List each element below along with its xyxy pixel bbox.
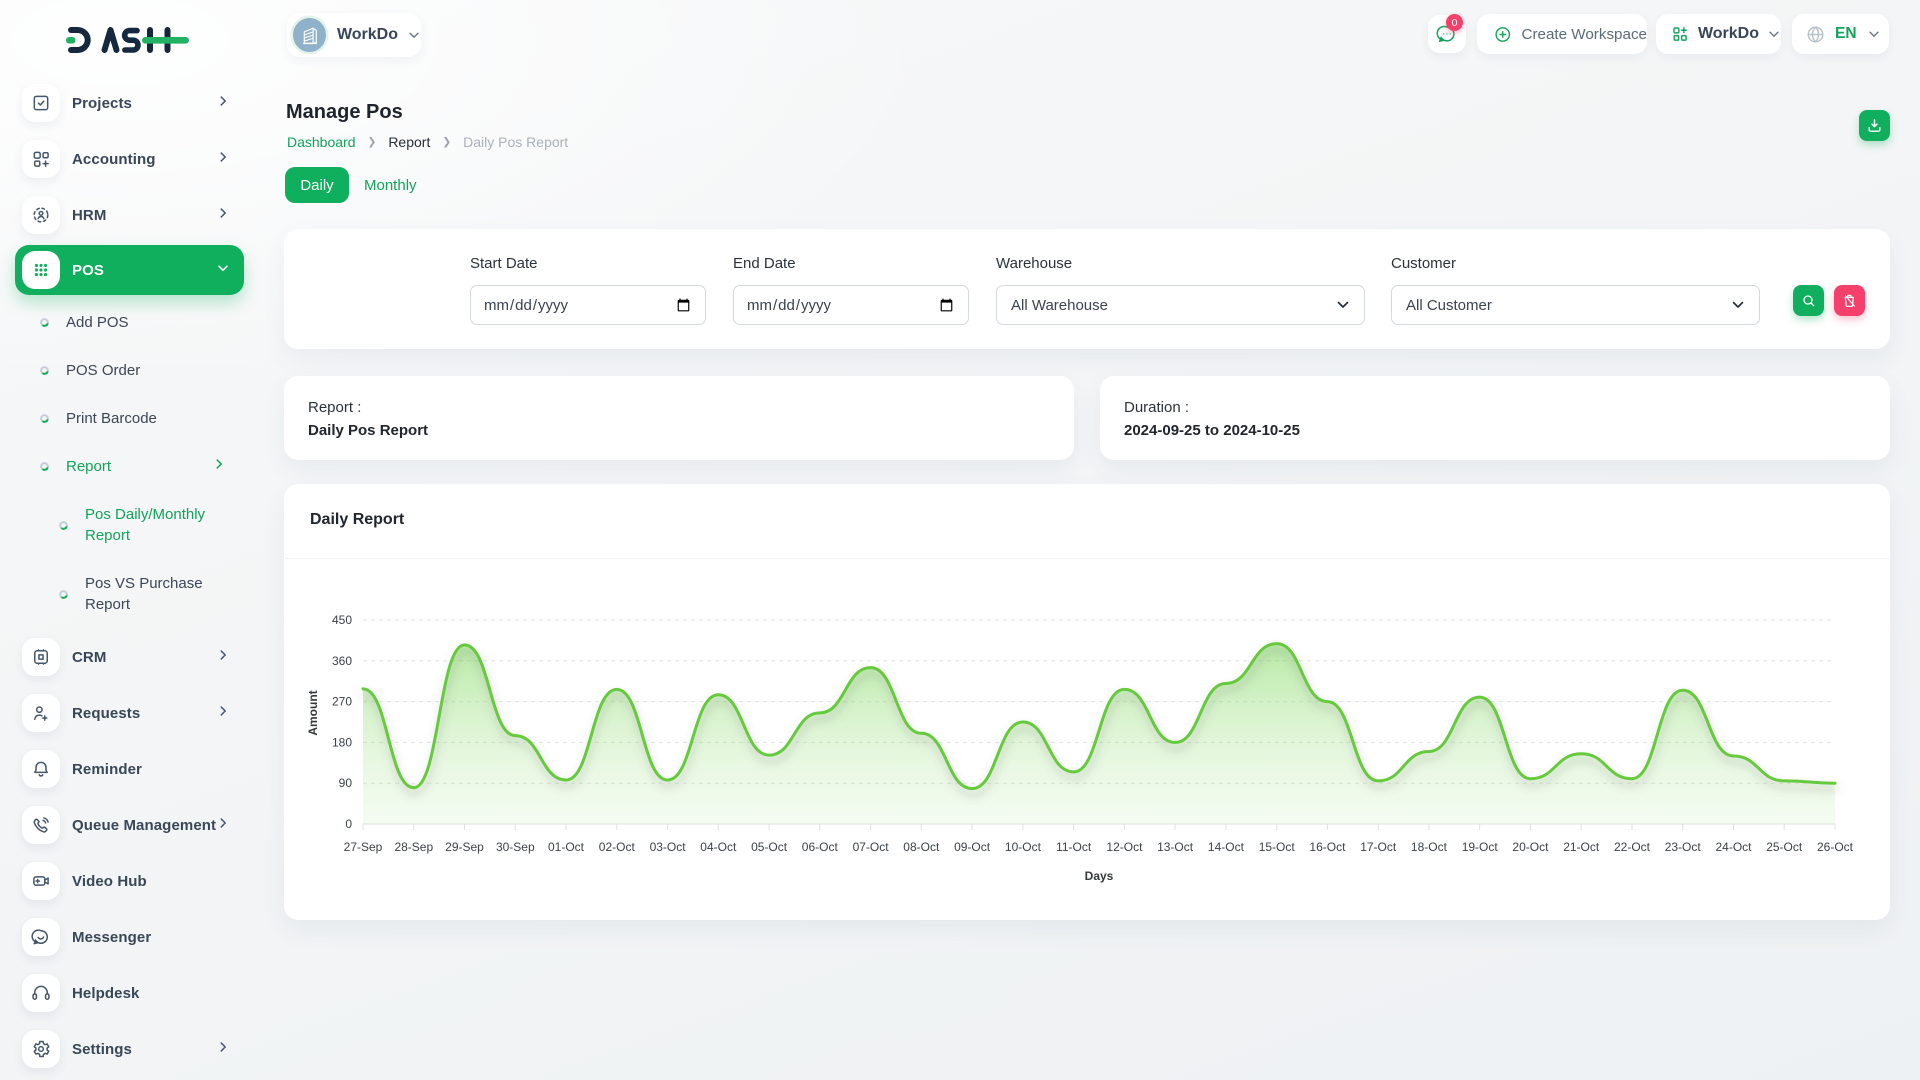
svg-text:22-Oct: 22-Oct (1614, 840, 1651, 854)
svg-text:02-Oct: 02-Oct (599, 840, 636, 854)
svg-text:24-Oct: 24-Oct (1715, 840, 1752, 854)
svg-text:08-Oct: 08-Oct (903, 840, 940, 854)
svg-text:18-Oct: 18-Oct (1411, 840, 1448, 854)
svg-text:04-Oct: 04-Oct (700, 840, 737, 854)
svg-text:21-Oct: 21-Oct (1563, 840, 1600, 854)
svg-text:26-Oct: 26-Oct (1817, 840, 1854, 854)
svg-text:30-Sep: 30-Sep (496, 840, 535, 854)
svg-text:90: 90 (339, 776, 353, 790)
svg-text:19-Oct: 19-Oct (1462, 840, 1499, 854)
svg-text:270: 270 (332, 695, 352, 709)
svg-text:06-Oct: 06-Oct (802, 840, 839, 854)
svg-text:03-Oct: 03-Oct (650, 840, 687, 854)
svg-text:13-Oct: 13-Oct (1157, 840, 1194, 854)
svg-text:23-Oct: 23-Oct (1665, 840, 1702, 854)
svg-text:28-Sep: 28-Sep (394, 840, 433, 854)
svg-text:Amount: Amount (306, 690, 320, 735)
svg-text:01-Oct: 01-Oct (548, 840, 585, 854)
svg-text:25-Oct: 25-Oct (1766, 840, 1803, 854)
svg-text:27-Sep: 27-Sep (344, 840, 383, 854)
svg-text:0: 0 (345, 817, 352, 831)
svg-text:07-Oct: 07-Oct (853, 840, 890, 854)
svg-text:20-Oct: 20-Oct (1512, 840, 1549, 854)
svg-text:29-Sep: 29-Sep (445, 840, 484, 854)
svg-text:09-Oct: 09-Oct (954, 840, 991, 854)
svg-text:180: 180 (332, 735, 352, 749)
svg-text:17-Oct: 17-Oct (1360, 840, 1397, 854)
svg-text:450: 450 (332, 613, 352, 627)
svg-text:15-Oct: 15-Oct (1259, 840, 1296, 854)
svg-text:14-Oct: 14-Oct (1208, 840, 1245, 854)
svg-text:Days: Days (1085, 869, 1114, 883)
svg-text:360: 360 (332, 654, 352, 668)
svg-text:11-Oct: 11-Oct (1056, 840, 1092, 854)
svg-text:16-Oct: 16-Oct (1309, 840, 1346, 854)
svg-text:05-Oct: 05-Oct (751, 840, 788, 854)
svg-text:12-Oct: 12-Oct (1106, 840, 1143, 854)
svg-text:10-Oct: 10-Oct (1005, 840, 1042, 854)
